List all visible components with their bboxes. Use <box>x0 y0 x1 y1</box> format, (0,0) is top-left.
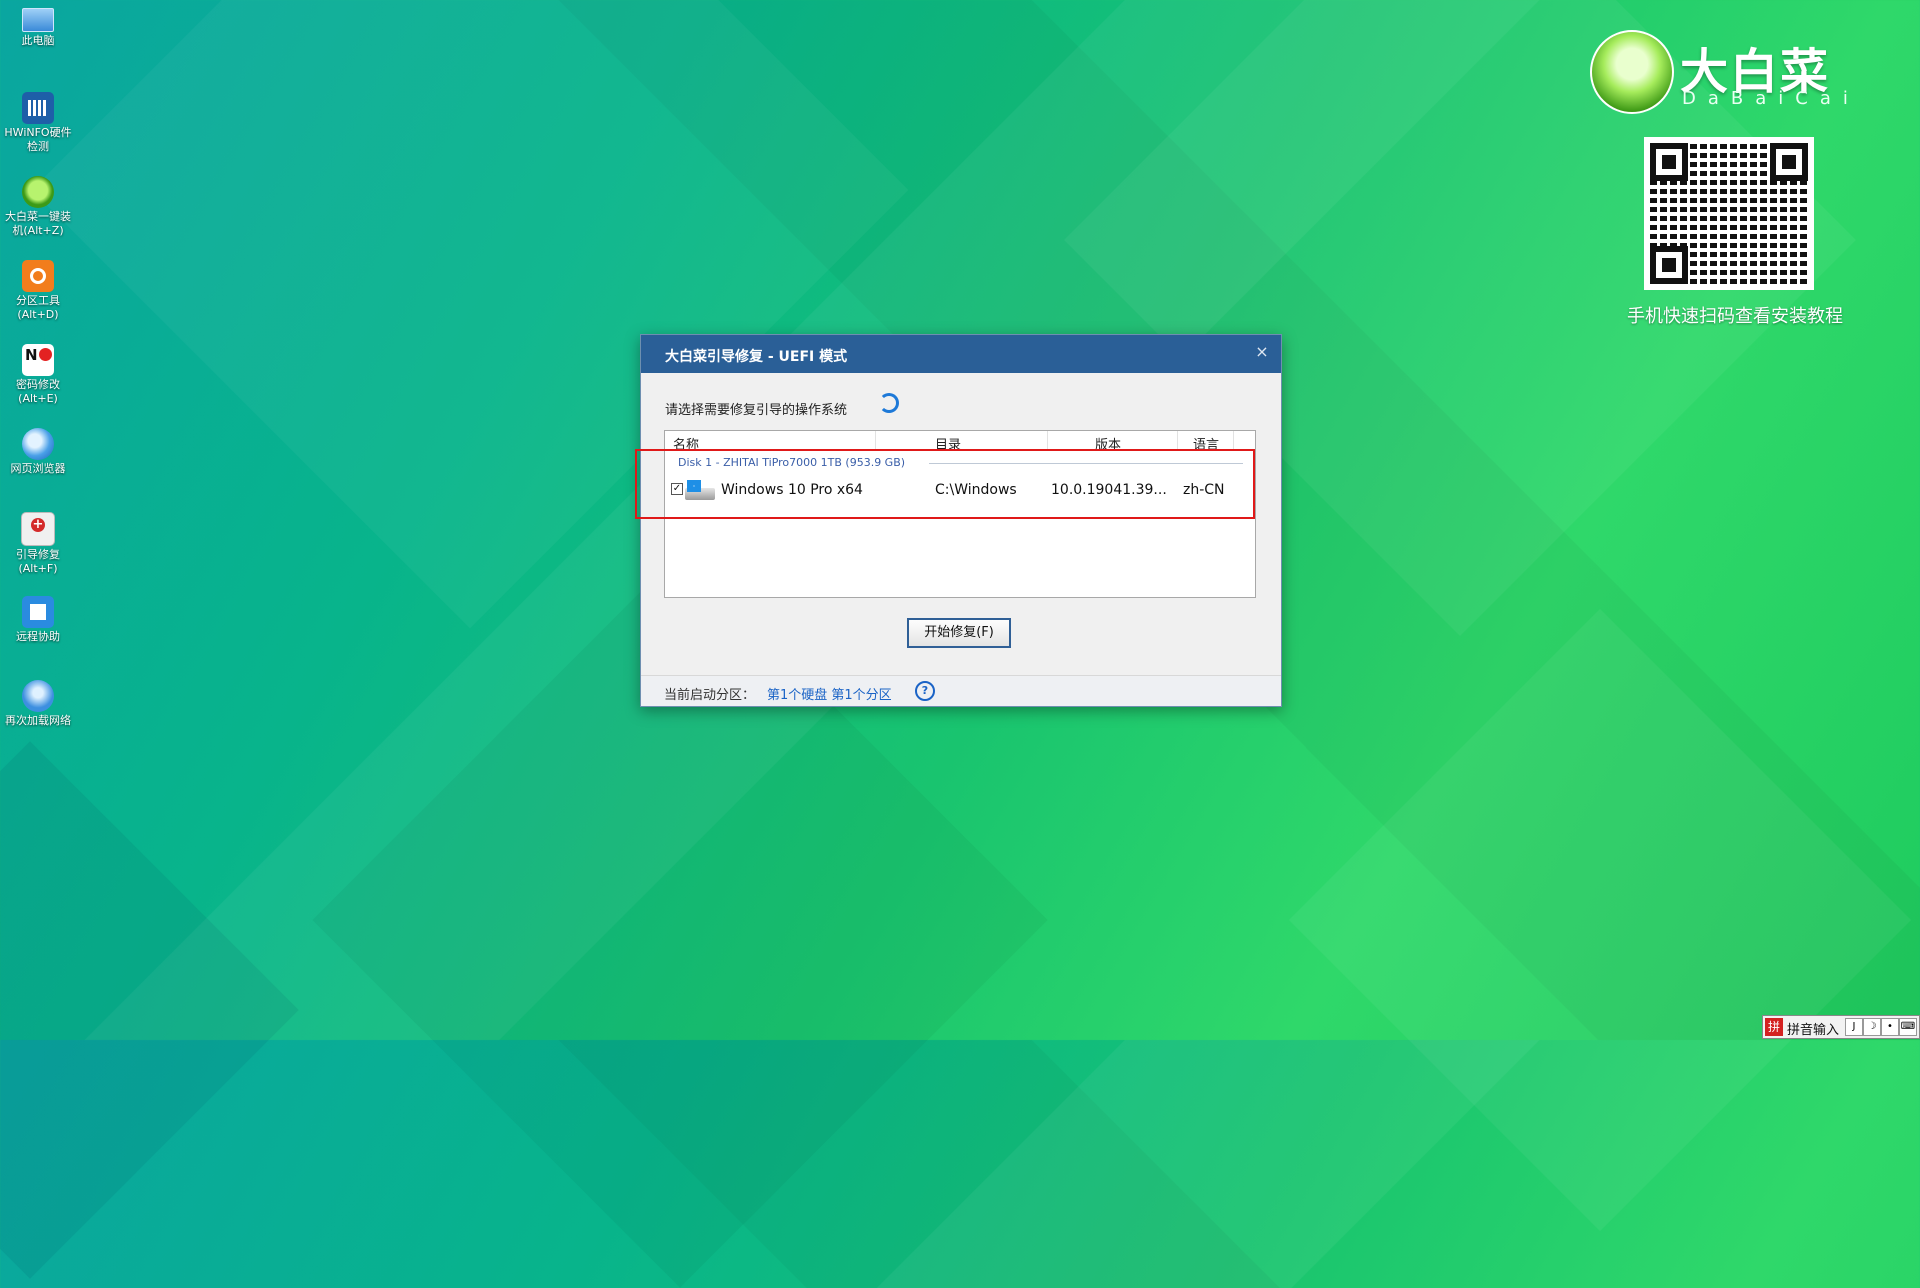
disk-group-label: Disk 1 - ZHITAI TiPro7000 1TB (953.9 GB) <box>678 456 906 469</box>
web-browser-icon <box>22 428 54 460</box>
os-select-checkbox[interactable]: ✓ <box>671 483 683 495</box>
os-name: Windows 10 Pro x64 <box>721 482 863 498</box>
cabbage-mascot-icon <box>1590 30 1674 114</box>
disk-group-header: Disk 1 - ZHITAI TiPro7000 1TB (953.9 GB) <box>665 451 1255 473</box>
column-divider <box>1177 431 1178 451</box>
desktop-icon-partition-tool[interactable]: 分区工具(Alt+D) <box>0 254 76 322</box>
qr-finder-icon <box>1770 143 1808 181</box>
close-button[interactable]: × <box>1251 341 1273 363</box>
qr-code <box>1644 137 1814 290</box>
desktop-icon-label: 引导修复(Alt+F) <box>16 548 60 575</box>
ime-moon-icon[interactable]: ☽ <box>1863 1018 1881 1036</box>
qr-finder-icon <box>1650 246 1688 284</box>
remote-assist-icon <box>22 596 54 628</box>
column-divider <box>1047 431 1048 451</box>
refresh-icon[interactable] <box>879 393 899 413</box>
boot-repair-dialog: 大白菜引导修复 - UEFI 模式 × 请选择需要修复引导的操作系统 名称 目录… <box>640 334 1282 707</box>
desktop-icon-installer[interactable]: 大白菜一键装机(Alt+Z) <box>0 170 76 238</box>
group-divider <box>929 463 1243 464</box>
desktop-icon-reload-network[interactable]: 再次加载网络 <box>0 674 76 728</box>
desktop-icon-web-browser[interactable]: 网页浏览器 <box>0 422 76 476</box>
desktop-icon-remote-assist[interactable]: 远程协助 <box>0 590 76 644</box>
desktop-icon-label: 大白菜一键装机(Alt+Z) <box>5 210 71 237</box>
boot-repair-icon <box>21 512 55 546</box>
dialog-titlebar[interactable]: 大白菜引导修复 - UEFI 模式 × <box>641 335 1281 373</box>
ime-toolbar: 拼 拼音输入 J ☽ • ⌨ <box>1762 1015 1920 1039</box>
help-icon[interactable]: ? <box>915 681 935 701</box>
ime-punct-button[interactable]: • <box>1881 1018 1899 1036</box>
ime-halfwidth-button[interactable]: J <box>1845 1018 1863 1036</box>
partition-tool-icon <box>22 260 54 292</box>
boot-partition-label: 当前启动分区： <box>664 688 756 703</box>
desktop-icon-label: HWiNFO硬件检测 <box>4 126 72 153</box>
desktop-icon-this-pc[interactable]: 此电脑 <box>0 2 76 48</box>
start-repair-button[interactable]: 开始修复(F) <box>907 618 1011 648</box>
ime-logo-icon[interactable]: 拼 <box>1765 1018 1783 1036</box>
column-divider <box>875 431 876 451</box>
os-language: zh-CN <box>1183 482 1225 498</box>
os-list-row[interactable]: ✓ Windows 10 Pro x64 C:\Windows 10.0.190… <box>665 473 1255 507</box>
dabaicai-installer-icon <box>22 176 54 208</box>
os-directory: C:\Windows <box>935 482 1017 498</box>
windows-drive-icon <box>685 480 715 502</box>
reload-network-icon <box>22 680 54 712</box>
brand-logo: 大白菜 DaBaiCai <box>1590 30 1870 114</box>
desktop-icon-boot-repair[interactable]: 引导修复(Alt+F) <box>0 506 76 576</box>
os-list[interactable]: 名称 目录 版本 语言 Disk 1 - ZHITAI TiPro7000 1T… <box>664 430 1256 598</box>
desktop-icon-password-change[interactable]: 密码修改(Alt+E) <box>0 338 76 406</box>
desktop-icon-label: 远程协助 <box>16 630 60 643</box>
computer-icon <box>22 8 54 32</box>
qr-code-pattern <box>1650 143 1808 284</box>
dialog-title: 大白菜引导修复 - UEFI 模式 <box>665 349 848 365</box>
select-os-prompt: 请选择需要修复引导的操作系统 <box>665 403 848 418</box>
desktop-icon-hwinfo[interactable]: HWiNFO硬件检测 <box>0 86 76 154</box>
desktop-icon-label: 再次加载网络 <box>5 714 71 727</box>
hwinfo-icon <box>22 92 54 124</box>
boot-partition-link[interactable]: 第1个硬盘 第1个分区 <box>767 684 892 703</box>
desktop-icon-label: 分区工具(Alt+D) <box>16 294 60 321</box>
password-change-icon <box>22 344 54 376</box>
desktop-icon-label: 网页浏览器 <box>10 462 66 475</box>
desktop-icon-label: 密码修改(Alt+E) <box>16 378 60 405</box>
ime-keyboard-icon[interactable]: ⌨ <box>1899 1018 1917 1036</box>
brand-name-en: DaBaiCai <box>1682 88 1860 109</box>
qr-finder-icon <box>1650 143 1688 181</box>
dialog-footer: 当前启动分区： 第1个硬盘 第1个分区 ? <box>641 675 1281 706</box>
qr-caption: 手机快速扫码查看安装教程 <box>1627 306 1843 327</box>
desktop-icon-label: 此电脑 <box>21 34 55 47</box>
os-version: 10.0.19041.39... <box>1051 482 1167 498</box>
column-divider <box>1233 431 1234 451</box>
list-header: 名称 目录 版本 语言 <box>665 431 1255 453</box>
ime-mode-label[interactable]: 拼音输入 <box>1787 1019 1839 1038</box>
